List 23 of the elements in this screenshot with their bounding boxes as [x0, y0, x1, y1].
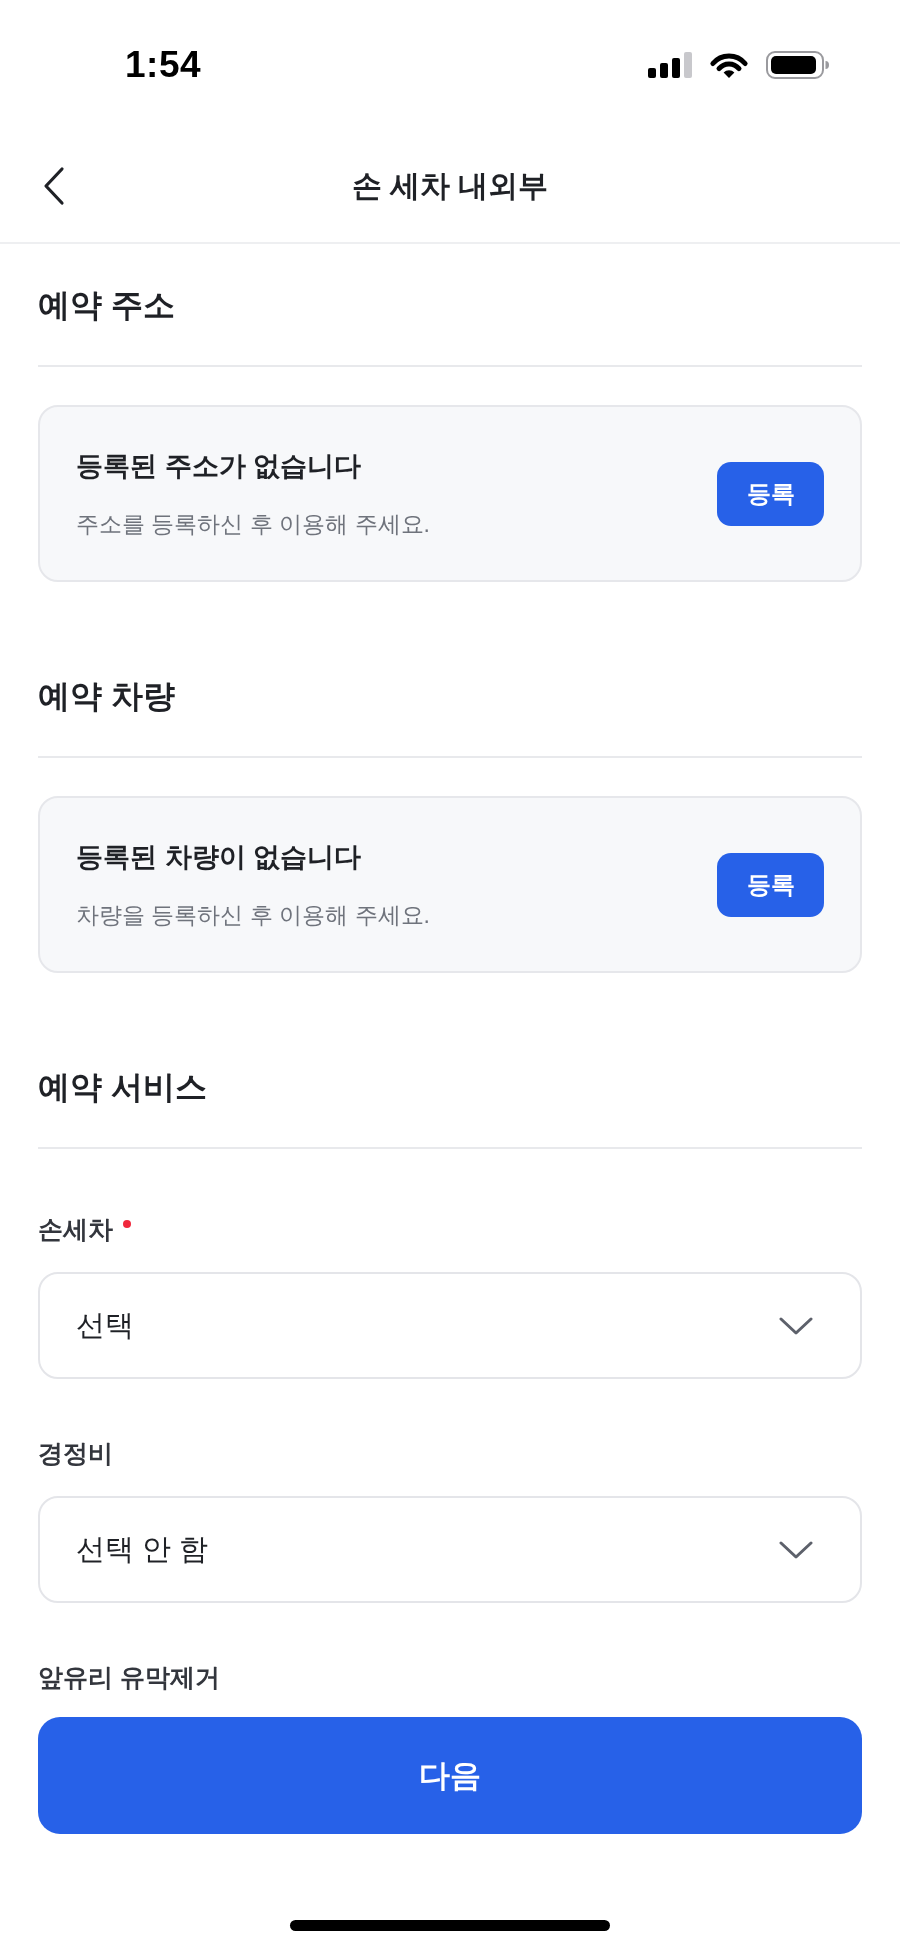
wifi-icon: [709, 51, 749, 79]
section-title: 예약 서비스: [38, 1068, 207, 1107]
card-description: 차량을 등록하신 후 이용해 주세요.: [76, 900, 430, 930]
chevron-down-icon: [779, 1540, 813, 1559]
register-button[interactable]: 등록: [717, 461, 824, 526]
dropdown-field[interactable]: 선택 안 함: [38, 1496, 862, 1603]
chevron-left-icon: [43, 166, 65, 206]
chevron-down-icon: [779, 1316, 813, 1335]
next-button[interactable]: 다음: [38, 1717, 862, 1834]
field-label: 경정비: [38, 1438, 113, 1469]
battery-icon: [766, 51, 830, 79]
section-title: 예약 차량: [38, 677, 175, 716]
signal-icon: [648, 52, 692, 78]
section-title: 예약 주소: [38, 286, 175, 325]
card-title: 등록된 차량이 없습니다: [76, 840, 361, 874]
status-time: 1:54: [125, 43, 202, 87]
card-title: 등록된 주소가 없습니다: [76, 449, 361, 483]
register-button[interactable]: 등록: [717, 852, 824, 917]
card-description: 주소를 등록하신 후 이용해 주세요.: [76, 509, 430, 539]
dropdown-field[interactable]: 선택: [38, 1272, 862, 1379]
field-label: 손세차: [38, 1214, 113, 1245]
field-label: 앞유리 유막제거: [38, 1662, 220, 1693]
page-title: 손 세차 내외부: [351, 168, 549, 204]
